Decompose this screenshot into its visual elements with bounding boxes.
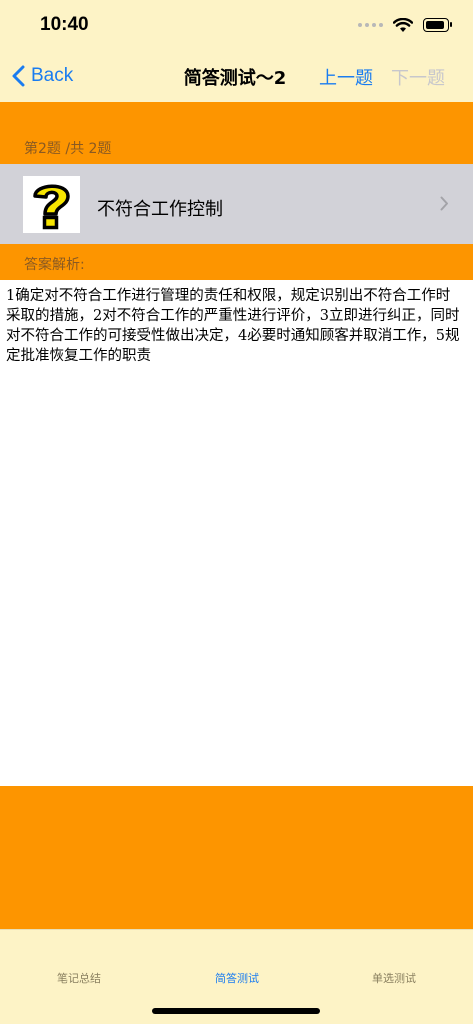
navigation-bar: Back 简答测试～2 上一题 下一题 [0, 50, 473, 102]
battery-icon [423, 18, 452, 32]
signal-dots-icon [358, 23, 383, 27]
back-label: Back [31, 65, 74, 86]
footer-band [0, 786, 473, 929]
home-indicator[interactable] [152, 1008, 320, 1014]
wifi-icon [393, 17, 413, 32]
status-time: 10:40 [40, 14, 89, 35]
next-question-button[interactable]: 下一题 [391, 64, 445, 90]
answer-text-area[interactable]: 1确定对不符合工作进行管理的责任和权限，规定识别出不符合工作时采取的措施，2对不… [0, 280, 473, 786]
tab-notes-summary[interactable]: 笔记总结 [0, 970, 158, 986]
question-row[interactable]: 不符合工作控制 [0, 164, 473, 244]
previous-question-button[interactable]: 上一题 [319, 64, 373, 90]
answer-label: 答案解析: [24, 257, 85, 273]
question-mark-icon [23, 176, 80, 233]
status-bar: 10:40 [0, 0, 473, 50]
chevron-right-icon [440, 196, 448, 211]
back-button[interactable]: Back [12, 62, 73, 90]
status-icons [358, 17, 452, 33]
question-title: 不符合工作控制 [97, 199, 223, 220]
answer-text: 1确定对不符合工作进行管理的责任和权限，规定识别出不符合工作时采取的措施，2对不… [6, 288, 460, 364]
tab-single-choice-test[interactable]: 单选测试 [315, 970, 473, 986]
tab-short-answer-test[interactable]: 简答测试 [158, 970, 316, 986]
chevron-left-icon [12, 65, 25, 87]
question-counter: 第2题 /共 2题 [24, 141, 112, 157]
page-title: 简答测试～2 [183, 68, 287, 89]
